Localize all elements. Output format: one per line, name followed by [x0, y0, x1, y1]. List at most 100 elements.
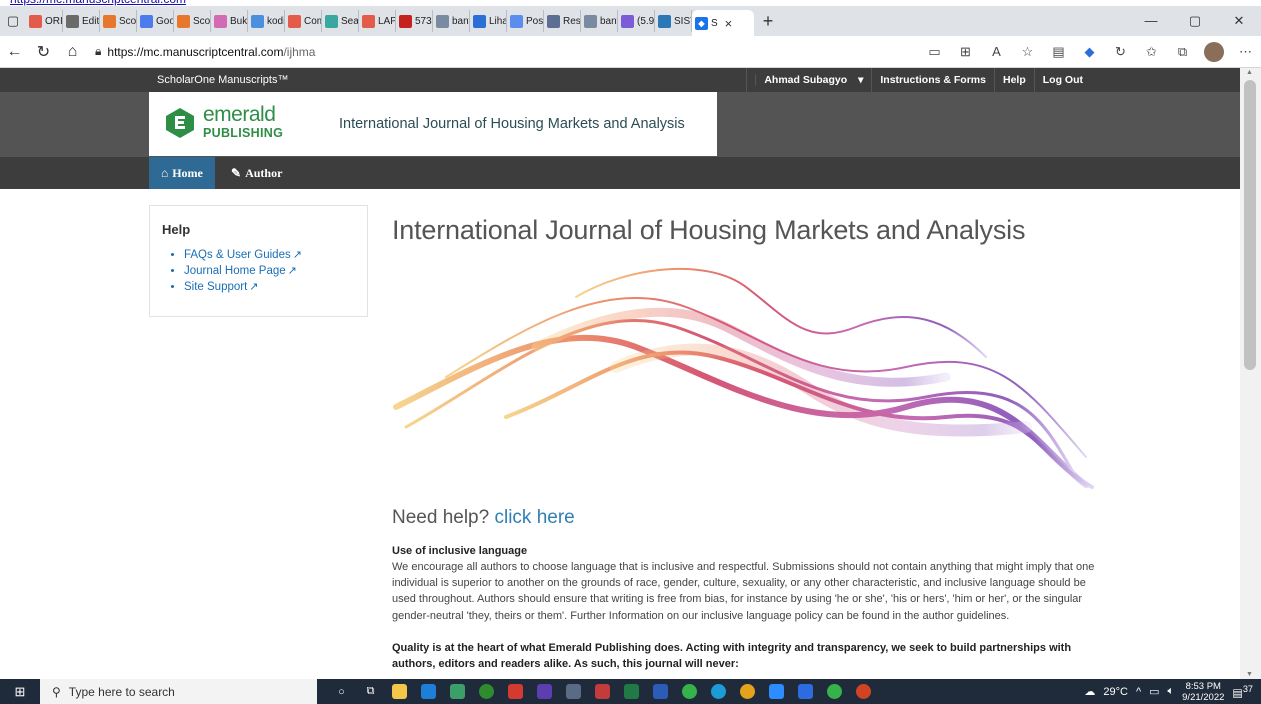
tab-active[interactable]: ◆ S ×: [692, 10, 754, 36]
profile-avatar[interactable]: [1204, 41, 1224, 62]
browser-tab[interactable]: SISTE: [655, 10, 692, 32]
page-scrollbar[interactable]: ▲ ▼: [1240, 68, 1261, 679]
app-available-icon[interactable]: ▭: [919, 44, 950, 60]
browser-tab[interactable]: bany: [581, 10, 618, 32]
zoom-icon[interactable]: [762, 679, 791, 704]
scroll-thumb[interactable]: [1244, 80, 1256, 370]
grid-icon[interactable]: ⊞: [950, 44, 981, 60]
page-viewport: ScholarOne Manuscripts™ Ahmad Subagyo ▾ …: [0, 68, 1240, 679]
favorite-star-icon[interactable]: ☆: [1012, 44, 1043, 60]
browser-tab[interactable]: Edit P: [63, 10, 100, 32]
browser-tab[interactable]: Goog: [137, 10, 174, 32]
browser-tab[interactable]: Scop: [100, 10, 137, 32]
lock-icon[interactable]: 🔒︎: [95, 44, 101, 59]
collections-icon[interactable]: ⧉: [1167, 44, 1198, 60]
weather-temp[interactable]: 29°C: [1103, 686, 1128, 698]
site-brand[interactable]: ScholarOne Manuscripts™: [157, 74, 288, 86]
app-icon[interactable]: [443, 679, 472, 704]
tab-actions-icon[interactable]: ▢: [0, 6, 26, 36]
taskbar-search[interactable]: ⚲ Type here to search: [40, 679, 317, 704]
extension-icon[interactable]: ◆: [1074, 44, 1105, 60]
help-link-site-support[interactable]: Site Support↗: [184, 279, 355, 295]
browser-tab[interactable]: Comp: [285, 10, 322, 32]
chevron-up-icon[interactable]: ^: [1136, 686, 1141, 698]
weather-icon[interactable]: ☁: [1084, 685, 1095, 698]
whatsapp-icon[interactable]: [820, 679, 849, 704]
banner-journal-title: International Journal of Housing Markets…: [339, 116, 685, 132]
calculator-icon[interactable]: [559, 679, 588, 704]
network-icon[interactable]: ▭: [1149, 685, 1159, 698]
back-icon[interactable]: ←: [0, 43, 29, 61]
tab-label: bany: [600, 15, 617, 27]
banner-card[interactable]: emerald PUBLISHING International Journal…: [149, 92, 717, 156]
meet-icon[interactable]: [791, 679, 820, 704]
favorites-icon[interactable]: ✩: [1136, 44, 1167, 60]
browser-tab[interactable]: Lihat: [470, 10, 507, 32]
help-link-journal-home[interactable]: Journal Home Page↗: [184, 263, 355, 279]
tab-label: Buku: [230, 15, 248, 27]
nav-tab-author[interactable]: ✎ Author: [219, 157, 294, 189]
home-icon[interactable]: ⌂: [58, 43, 87, 61]
reading-view-icon[interactable]: ▤: [1043, 44, 1074, 60]
help-link-label: FAQs & User Guides: [184, 249, 291, 261]
user-dropdown[interactable]: Ahmad Subagyo ▾: [746, 68, 871, 92]
new-tab-button[interactable]: +: [754, 11, 782, 32]
nav-author-label: Author: [245, 165, 283, 180]
app-icon[interactable]: [530, 679, 559, 704]
url-field[interactable]: 🔒︎ https://mc.manuscriptcentral.com/ijhm…: [95, 44, 795, 59]
restore-icon[interactable]: ▢: [1173, 13, 1217, 29]
read-aloud-icon[interactable]: A: [981, 44, 1012, 59]
windows-start-icon[interactable]: ⊞: [0, 684, 40, 700]
chrome-icon[interactable]: [733, 679, 762, 704]
cortana-icon[interactable]: ○: [327, 679, 356, 704]
refresh-extension-icon[interactable]: ↻: [1105, 44, 1136, 60]
whatsapp-icon[interactable]: [675, 679, 704, 704]
word-icon[interactable]: [646, 679, 675, 704]
tab-favicon-icon: [288, 14, 301, 28]
scroll-down-icon[interactable]: ▼: [1246, 671, 1253, 678]
task-view-icon[interactable]: ⧉: [356, 679, 385, 704]
edge-icon[interactable]: [704, 679, 733, 704]
inclusive-heading: Use of inclusive language: [392, 545, 528, 557]
app-icon[interactable]: [501, 679, 530, 704]
browser-tab[interactable]: Searc: [322, 10, 359, 32]
browser-tab[interactable]: Post: [507, 10, 544, 32]
refresh-icon[interactable]: ↻: [29, 42, 58, 62]
nav-tab-home[interactable]: ⌂ Home: [149, 157, 215, 189]
scroll-up-icon[interactable]: ▲: [1246, 69, 1253, 76]
minimize-icon[interactable]: —: [1129, 13, 1173, 29]
tab-favicon-icon: [362, 14, 375, 28]
mail-icon[interactable]: [414, 679, 443, 704]
browser-tab[interactable]: kodif: [248, 10, 285, 32]
app-icon[interactable]: [588, 679, 617, 704]
powerpoint-icon[interactable]: [849, 679, 878, 704]
browser-tab[interactable]: Scop: [174, 10, 211, 32]
browser-tab[interactable]: Buku: [211, 10, 248, 32]
click-here-link[interactable]: click here: [494, 507, 574, 528]
browser-tab[interactable]: (5.91: [618, 10, 655, 32]
help-box: Help FAQs & User Guides↗ Journal Home Pa…: [149, 205, 368, 317]
browser-tab[interactable]: ORIEI: [26, 10, 63, 32]
tab-favicon-icon: [510, 14, 523, 28]
notifications-icon[interactable]: ▤37: [1232, 684, 1253, 700]
help-link[interactable]: Help: [993, 68, 1034, 92]
instructions-forms-link[interactable]: Instructions & Forms: [871, 68, 994, 92]
file-explorer-icon[interactable]: [385, 679, 414, 704]
close-tab-icon[interactable]: ×: [725, 16, 733, 31]
logout-link[interactable]: Log Out: [1033, 68, 1091, 92]
tab-label: kodif: [267, 15, 284, 27]
more-icon[interactable]: ⋯: [1230, 44, 1261, 60]
tab-label: SISTE: [674, 15, 691, 27]
volume-icon[interactable]: 🔈︎: [1168, 685, 1175, 698]
tab-label: S: [711, 17, 718, 29]
excel-icon[interactable]: [617, 679, 646, 704]
browser-tab[interactable]: 5730: [396, 10, 433, 32]
browser-tab[interactable]: LAPO: [359, 10, 396, 32]
browser-tab[interactable]: Resea: [544, 10, 581, 32]
help-link-faq[interactable]: FAQs & User Guides↗: [184, 247, 355, 263]
close-window-icon[interactable]: ✕: [1217, 13, 1261, 29]
xbox-icon[interactable]: [472, 679, 501, 704]
tab-label: bany: [452, 15, 469, 27]
browser-tab[interactable]: bany: [433, 10, 470, 32]
clock[interactable]: 8:53 PM 9/21/2022: [1182, 681, 1224, 703]
